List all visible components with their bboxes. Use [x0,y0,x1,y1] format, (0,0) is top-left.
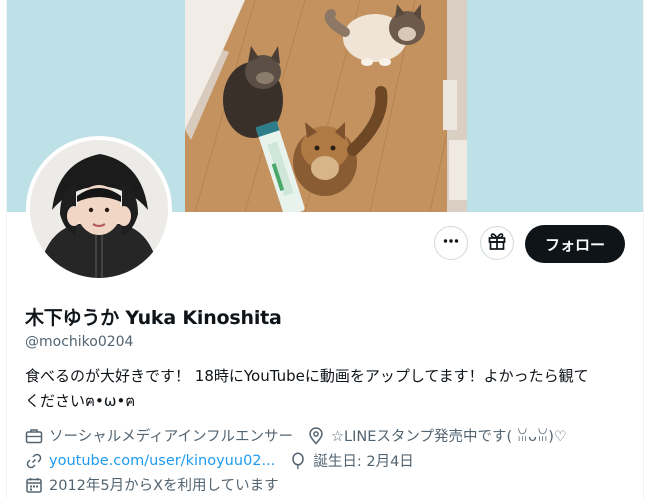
link-icon [25,452,43,470]
location-pin-icon [307,426,325,445]
profile-page: フォロー 木下ゆうか Yuka Kinoshita @mochiko0204 食… [6,0,644,498]
website-link[interactable]: youtube.com/user/kinoyuu02... [49,453,275,469]
more-options-button[interactable] [434,226,468,260]
profile-category: ソーシャルメディアインフルエンサー [25,425,293,446]
briefcase-icon [25,427,43,445]
profile-meta-row: 2012年5月からXを利用しています [25,474,279,495]
profile-joined: 2012年5月からXを利用しています [25,474,279,495]
joined-text: 2012年5月からXを利用しています [49,478,279,494]
display-name: 木下ゆうか Yuka Kinoshita [25,307,282,329]
birthday-text: 誕生日: 2月4日 [313,454,414,470]
user-handle: @mochiko0204 [25,334,134,350]
banner-photo-cats [185,0,467,212]
profile-meta-row: ソーシャルメディアインフルエンサー ☆LINEスタンプ発売中です( ꈍᴗꈍ)♡ [25,425,567,446]
gift-icon [487,231,507,255]
balloon-icon [289,451,307,470]
bio-line: くださいฅ•ω•ฅ [25,392,136,410]
profile-website: youtube.com/user/kinoyuu02... [25,452,275,470]
profile-bio: 食べるのが大好きです！ 18時にYouTubeに動画をアップしてます！よかったら… [25,364,625,414]
profile-location: ☆LINEスタンプ発売中です( ꈍᴗꈍ)♡ [307,425,567,446]
profile-meta-row: youtube.com/user/kinoyuu02... 誕生日: 2月4日 [25,450,414,471]
calendar-icon [25,476,43,494]
category-text: ソーシャルメディアインフルエンサー [49,429,294,445]
profile-avatar[interactable] [26,136,172,282]
location-text: ☆LINEスタンプ発売中です( ꈍᴗꈍ)♡ [331,429,567,445]
more-horizontal-icon [442,232,460,254]
bio-line: 食べるのが大好きです！ 18時にYouTubeに動画をアップしてます！よかったら… [25,367,589,385]
gift-button[interactable] [480,226,514,260]
follow-button[interactable]: フォロー [525,225,625,263]
profile-birthday: 誕生日: 2月4日 [289,450,414,471]
